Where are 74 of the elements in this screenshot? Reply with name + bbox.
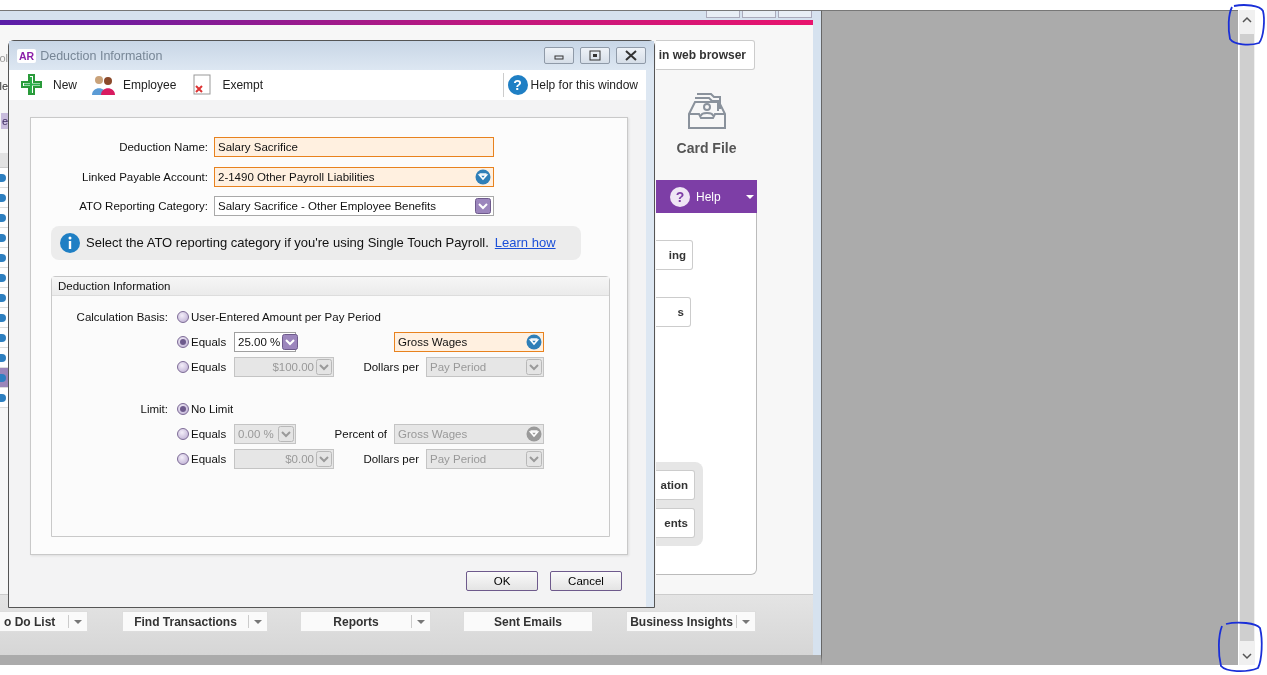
field-value: 2-1490 Other Payroll Liabilities	[218, 170, 375, 183]
field-value: Salary Sacrifice	[218, 141, 298, 153]
field-label: Dollars per	[363, 360, 419, 373]
learn-how-link[interactable]: Learn how	[494, 235, 556, 250]
field-label: Calculation Basis:	[76, 310, 168, 323]
field-value: Gross Wages	[398, 335, 468, 348]
radio-option[interactable]: User-Entered Amount per Pay Period	[177, 310, 381, 323]
close-icon	[624, 49, 638, 62]
caret-icon	[744, 193, 755, 200]
field-value: Pay Period	[430, 360, 487, 373]
panel-button[interactable]: ents	[656, 508, 695, 538]
chevron-up-icon	[1242, 15, 1252, 23]
dropdown-field[interactable]: 2-1490 Other Payroll Liabilities	[214, 166, 494, 187]
info-text: Select the ATO reporting category if you're using Single Touch Payroll.	[86, 235, 489, 250]
help-link[interactable]: Help	[696, 189, 721, 204]
sidebar-text: ol	[0, 51, 8, 65]
caret-icon	[253, 618, 263, 625]
radio-option[interactable]: Equals	[177, 335, 234, 348]
radio-option[interactable]: No Limit	[177, 402, 234, 415]
close-button[interactable]	[616, 47, 646, 64]
minimize-button[interactable]	[544, 47, 574, 64]
help-icon: ?	[670, 186, 690, 207]
group-title: Deduction Information	[52, 276, 609, 296]
panel-button[interactable]: s	[656, 297, 691, 327]
maximize-icon	[588, 49, 602, 62]
card-file-label[interactable]: Card File	[676, 140, 737, 156]
help-button[interactable]: ? Help for this window	[507, 75, 646, 95]
help-icon: ?	[507, 75, 528, 95]
toolbar-button[interactable]: Reports	[300, 611, 431, 632]
field-value: 25.00 %	[238, 335, 281, 348]
plus-icon	[21, 74, 45, 96]
amount-field[interactable]: 25.00 %	[234, 331, 296, 352]
browser-button[interactable]: in web browser	[656, 40, 755, 70]
field-label: Dollars per	[363, 452, 419, 465]
toolbar-button[interactable]: Exempt	[190, 74, 264, 96]
field-label: ATO Reporting Category:	[78, 200, 208, 212]
field-value: $100.00	[271, 360, 314, 373]
info-icon	[60, 232, 80, 253]
input-field[interactable]: Salary Sacrifice	[214, 137, 494, 157]
radio-button[interactable]	[177, 402, 189, 415]
toolbar-button[interactable]: New	[21, 74, 77, 96]
panel-button[interactable]: ation	[656, 470, 695, 500]
dropdown-field[interactable]: Gross Wages	[394, 331, 544, 352]
field-value: Gross Wages	[398, 427, 468, 440]
app-logo: AR	[17, 48, 37, 63]
toolbar-button[interactable]: Find Transactions	[122, 611, 268, 632]
panel-button[interactable]: ing	[656, 240, 693, 270]
radio-button[interactable]	[177, 310, 189, 323]
sidebar-text: le	[0, 79, 8, 93]
window-title: Deduction Information	[40, 48, 164, 63]
field-value: $0.00	[284, 452, 314, 465]
maximize-button[interactable]	[580, 47, 610, 64]
field-value: Salary Sacrifice - Other Employee Benefits	[218, 200, 436, 212]
cancel-button[interactable]: Cancel	[550, 571, 622, 591]
radio-button[interactable]	[177, 335, 189, 348]
ok-button[interactable]: OK	[466, 571, 538, 591]
field-label: Deduction Name:	[118, 141, 208, 153]
caret-icon	[416, 618, 426, 625]
list-header	[0, 153, 8, 168]
field-label: Limit:	[140, 402, 168, 415]
people-icon	[91, 74, 115, 96]
toolbar-button[interactable]: o Do List	[0, 611, 88, 632]
field-label: Linked Payable Account:	[81, 170, 208, 183]
field-label: Percent of	[334, 427, 387, 440]
toolbar-button[interactable]: Business Insights	[626, 611, 756, 632]
caret-icon	[73, 618, 83, 625]
toolbar-button[interactable]: Sent Emails	[463, 611, 593, 632]
chevron-down-icon	[1242, 652, 1252, 660]
field-value: Pay Period	[430, 452, 487, 465]
caret-icon	[741, 618, 751, 625]
toolbar-button[interactable]: Employee	[91, 74, 177, 96]
dropdown-field[interactable]: Salary Sacrifice - Other Employee Benefits	[214, 196, 494, 216]
tab[interactable]: e	[0, 113, 8, 129]
field-value: 0.00 %	[238, 427, 275, 440]
